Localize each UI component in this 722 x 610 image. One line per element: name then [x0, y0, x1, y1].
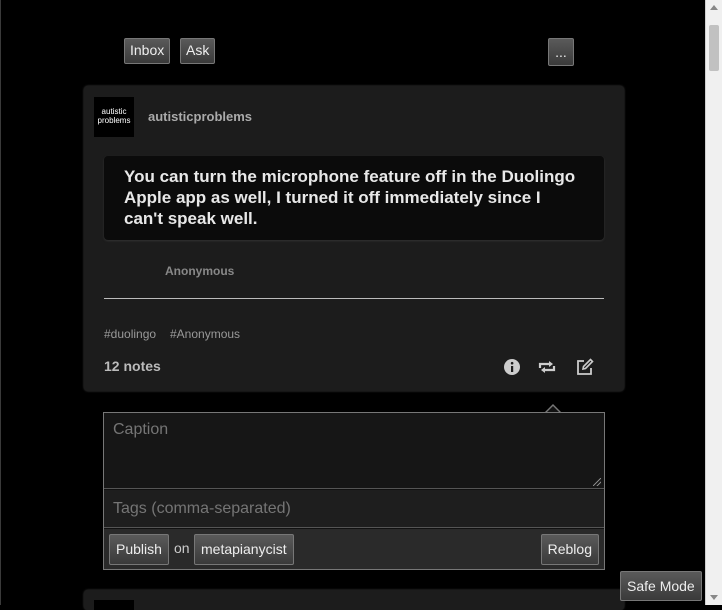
- asker-name: Anonymous: [165, 264, 235, 278]
- more-options-button[interactable]: ...: [548, 38, 574, 66]
- next-blog-avatar[interactable]: [94, 600, 134, 610]
- edit-icon[interactable]: [575, 357, 595, 377]
- page-edge: [0, 0, 1, 605]
- scroll-down-arrow-icon[interactable]: [710, 595, 718, 600]
- scroll-up-arrow-icon[interactable]: [710, 5, 718, 10]
- tag-link[interactable]: #duolingo: [104, 327, 156, 341]
- blog-avatar[interactable]: autistic problems: [94, 97, 134, 137]
- ask-question-text: You can turn the microphone feature off …: [104, 156, 604, 240]
- publish-button[interactable]: Publish: [109, 534, 169, 565]
- form-footer: Publish on metapianycist Reblog: [104, 529, 604, 569]
- inbox-button[interactable]: Inbox: [124, 38, 171, 64]
- post-divider: [104, 298, 604, 299]
- tag-link[interactable]: #Anonymous: [170, 327, 240, 341]
- notes-count[interactable]: 12 notes: [104, 358, 161, 374]
- post-card: autistic problems autisticproblems You c…: [84, 86, 624, 391]
- caption-textarea[interactable]: [104, 413, 604, 489]
- info-icon[interactable]: [502, 357, 522, 377]
- scrollbar[interactable]: [705, 0, 722, 605]
- ask-button[interactable]: Ask: [180, 38, 216, 64]
- on-label: on: [174, 540, 190, 556]
- blog-select-button[interactable]: metapianycist: [194, 534, 294, 565]
- safe-mode-button[interactable]: Safe Mode: [620, 571, 702, 601]
- blog-name-link[interactable]: autisticproblems: [148, 109, 252, 124]
- scroll-thumb[interactable]: [709, 25, 719, 71]
- resize-handle[interactable]: [593, 478, 601, 486]
- reblog-form: Publish on metapianycist Reblog: [103, 412, 605, 570]
- reblog-button[interactable]: Reblog: [540, 534, 599, 565]
- tags-input[interactable]: [104, 490, 604, 528]
- reblog-icon[interactable]: [537, 357, 557, 377]
- next-post-card: [84, 590, 624, 610]
